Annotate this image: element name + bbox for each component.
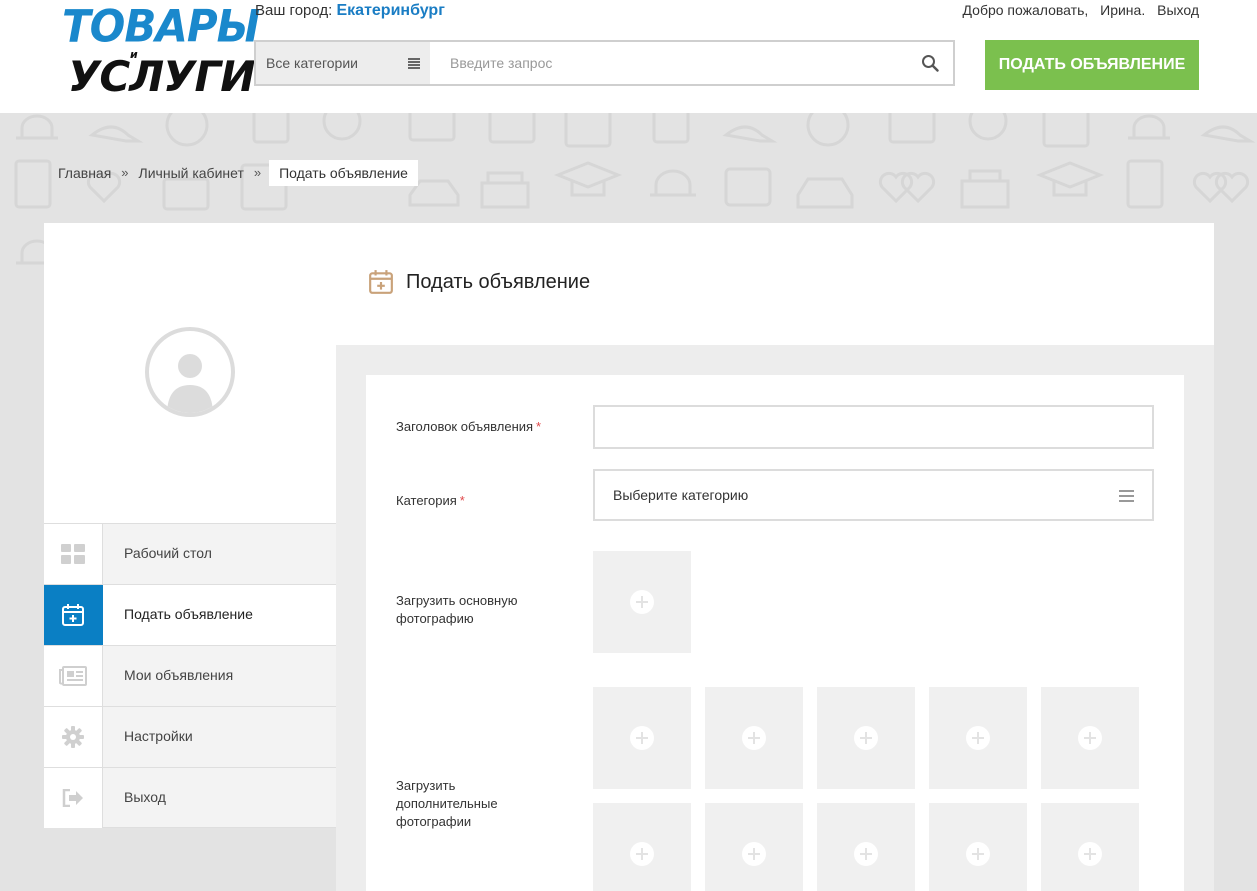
main-photo-label: Загрузить основную фотографию [396, 593, 518, 626]
main-content: Подать объявление Заголовок объявления * … [336, 223, 1214, 891]
user-welcome: Добро пожаловать, Ирина. Выход [963, 2, 1199, 18]
welcome-text: Добро пожаловать, [962, 2, 1089, 18]
breadcrumb-separator: » [121, 165, 129, 180]
category-select-value: Выберите категорию [613, 487, 749, 503]
gear-icon [44, 707, 103, 767]
breadcrumb-separator: » [253, 165, 262, 180]
logout-link[interactable]: Выход [1157, 2, 1199, 18]
required-mark: * [536, 419, 542, 434]
sidebar-item-label: Выход [124, 789, 166, 805]
account-sidebar: Рабочий стол Подать объявление Мои объяв… [44, 223, 336, 891]
city-selector: Ваш город: Екатеринбург [255, 2, 445, 20]
sidebar-footer-gap [44, 828, 336, 891]
dashboard-icon [44, 524, 103, 584]
newspaper-icon [44, 646, 103, 706]
extra-photo-upload[interactable] [593, 687, 691, 789]
sidebar-item-settings[interactable]: Настройки [44, 706, 336, 767]
sidebar-item-label: Настройки [124, 728, 193, 744]
sidebar-menu: Рабочий стол Подать объявление Мои объяв… [44, 523, 336, 828]
calendar-plus-icon [369, 270, 393, 294]
category-select[interactable]: Выберите категорию [593, 469, 1154, 521]
ad-title-input[interactable] [593, 405, 1154, 449]
plus-circle-icon [742, 726, 766, 750]
search-category-value: Все категории [266, 55, 358, 71]
plus-circle-icon [966, 842, 990, 866]
extra-photo-upload[interactable] [929, 803, 1027, 891]
account-card: Рабочий стол Подать объявление Мои объяв… [44, 223, 1214, 891]
plus-circle-icon [854, 842, 878, 866]
search-input[interactable]: Введите запрос [450, 55, 552, 71]
extra-photos-label: Загрузить дополнительные фотографии [396, 778, 498, 829]
plus-circle-icon [1078, 842, 1102, 866]
sidebar-item-logout[interactable]: Выход [44, 767, 336, 828]
ad-title-label: Заголовок объявления * [396, 418, 541, 436]
plus-circle-icon [742, 842, 766, 866]
plus-circle-icon [854, 726, 878, 750]
sidebar-item-dashboard[interactable]: Рабочий стол [44, 523, 336, 584]
city-link[interactable]: Екатеринбург [336, 2, 444, 19]
menu-lines-icon [1119, 490, 1134, 502]
user-silhouette-icon [167, 354, 213, 413]
post-ad-form: Заголовок объявления * Категория * Выберит… [366, 375, 1184, 891]
search-bar: Все категории Введите запрос [254, 40, 955, 86]
required-mark: * [459, 493, 465, 508]
plus-circle-icon [1078, 726, 1102, 750]
sidebar-item-label: Рабочий стол [124, 545, 212, 561]
plus-circle-icon [966, 726, 990, 750]
extra-photo-upload[interactable] [1041, 803, 1139, 891]
page-title-row: Подать объявление [368, 269, 590, 295]
sidebar-item-post-ad[interactable]: Подать объявление [44, 584, 336, 645]
main-photo-upload[interactable] [593, 551, 691, 653]
logout-icon [44, 768, 103, 828]
city-label: Ваш город: [255, 2, 333, 19]
plus-circle-icon [630, 842, 654, 866]
plus-circle-icon [630, 726, 654, 750]
extra-photo-upload[interactable] [593, 803, 691, 891]
sidebar-item-label: Мои объявления [124, 667, 234, 683]
user-name-link[interactable]: Ирина. [1100, 2, 1145, 18]
menu-lines-icon [408, 58, 420, 69]
site-header: ТОВАРЫ и УСЛУГИ Ваш город: Екатеринбург … [0, 0, 1257, 113]
site-logo[interactable]: ТОВАРЫ и УСЛУГИ [60, 1, 260, 102]
logo-text-goods: ТОВАРЫ [62, 0, 260, 53]
extra-photo-upload[interactable] [817, 803, 915, 891]
extra-photo-upload[interactable] [817, 687, 915, 789]
sidebar-item-my-ads[interactable]: Мои объявления [44, 645, 336, 706]
calendar-plus-icon [44, 585, 103, 645]
breadcrumb-home[interactable]: Главная [48, 165, 121, 181]
category-label-text: Категория [396, 493, 457, 508]
ad-title-label-text: Заголовок объявления [396, 419, 534, 434]
breadcrumb-current: Подать объявление [269, 159, 418, 186]
extra-photo-upload[interactable] [705, 687, 803, 789]
breadcrumb-account[interactable]: Личный кабинет [129, 165, 254, 181]
extra-photo-upload[interactable] [929, 687, 1027, 789]
page-title: Подать объявление [406, 270, 591, 293]
search-category-select[interactable]: Все категории [256, 42, 430, 84]
avatar[interactable] [145, 327, 235, 417]
extra-photo-upload[interactable] [1041, 687, 1139, 789]
post-ad-button[interactable]: ПОДАТЬ ОБЪЯВЛЕНИЕ [985, 40, 1199, 90]
logo-text-services: УСЛУГИ [68, 52, 255, 101]
sidebar-item-label: Подать объявление [124, 606, 253, 622]
extra-photo-upload[interactable] [705, 803, 803, 891]
category-label: Категория * [396, 492, 465, 510]
breadcrumb: Главная » Личный кабинет » Подать объявл… [48, 159, 418, 186]
search-icon[interactable] [921, 54, 939, 72]
plus-circle-icon [630, 590, 654, 614]
